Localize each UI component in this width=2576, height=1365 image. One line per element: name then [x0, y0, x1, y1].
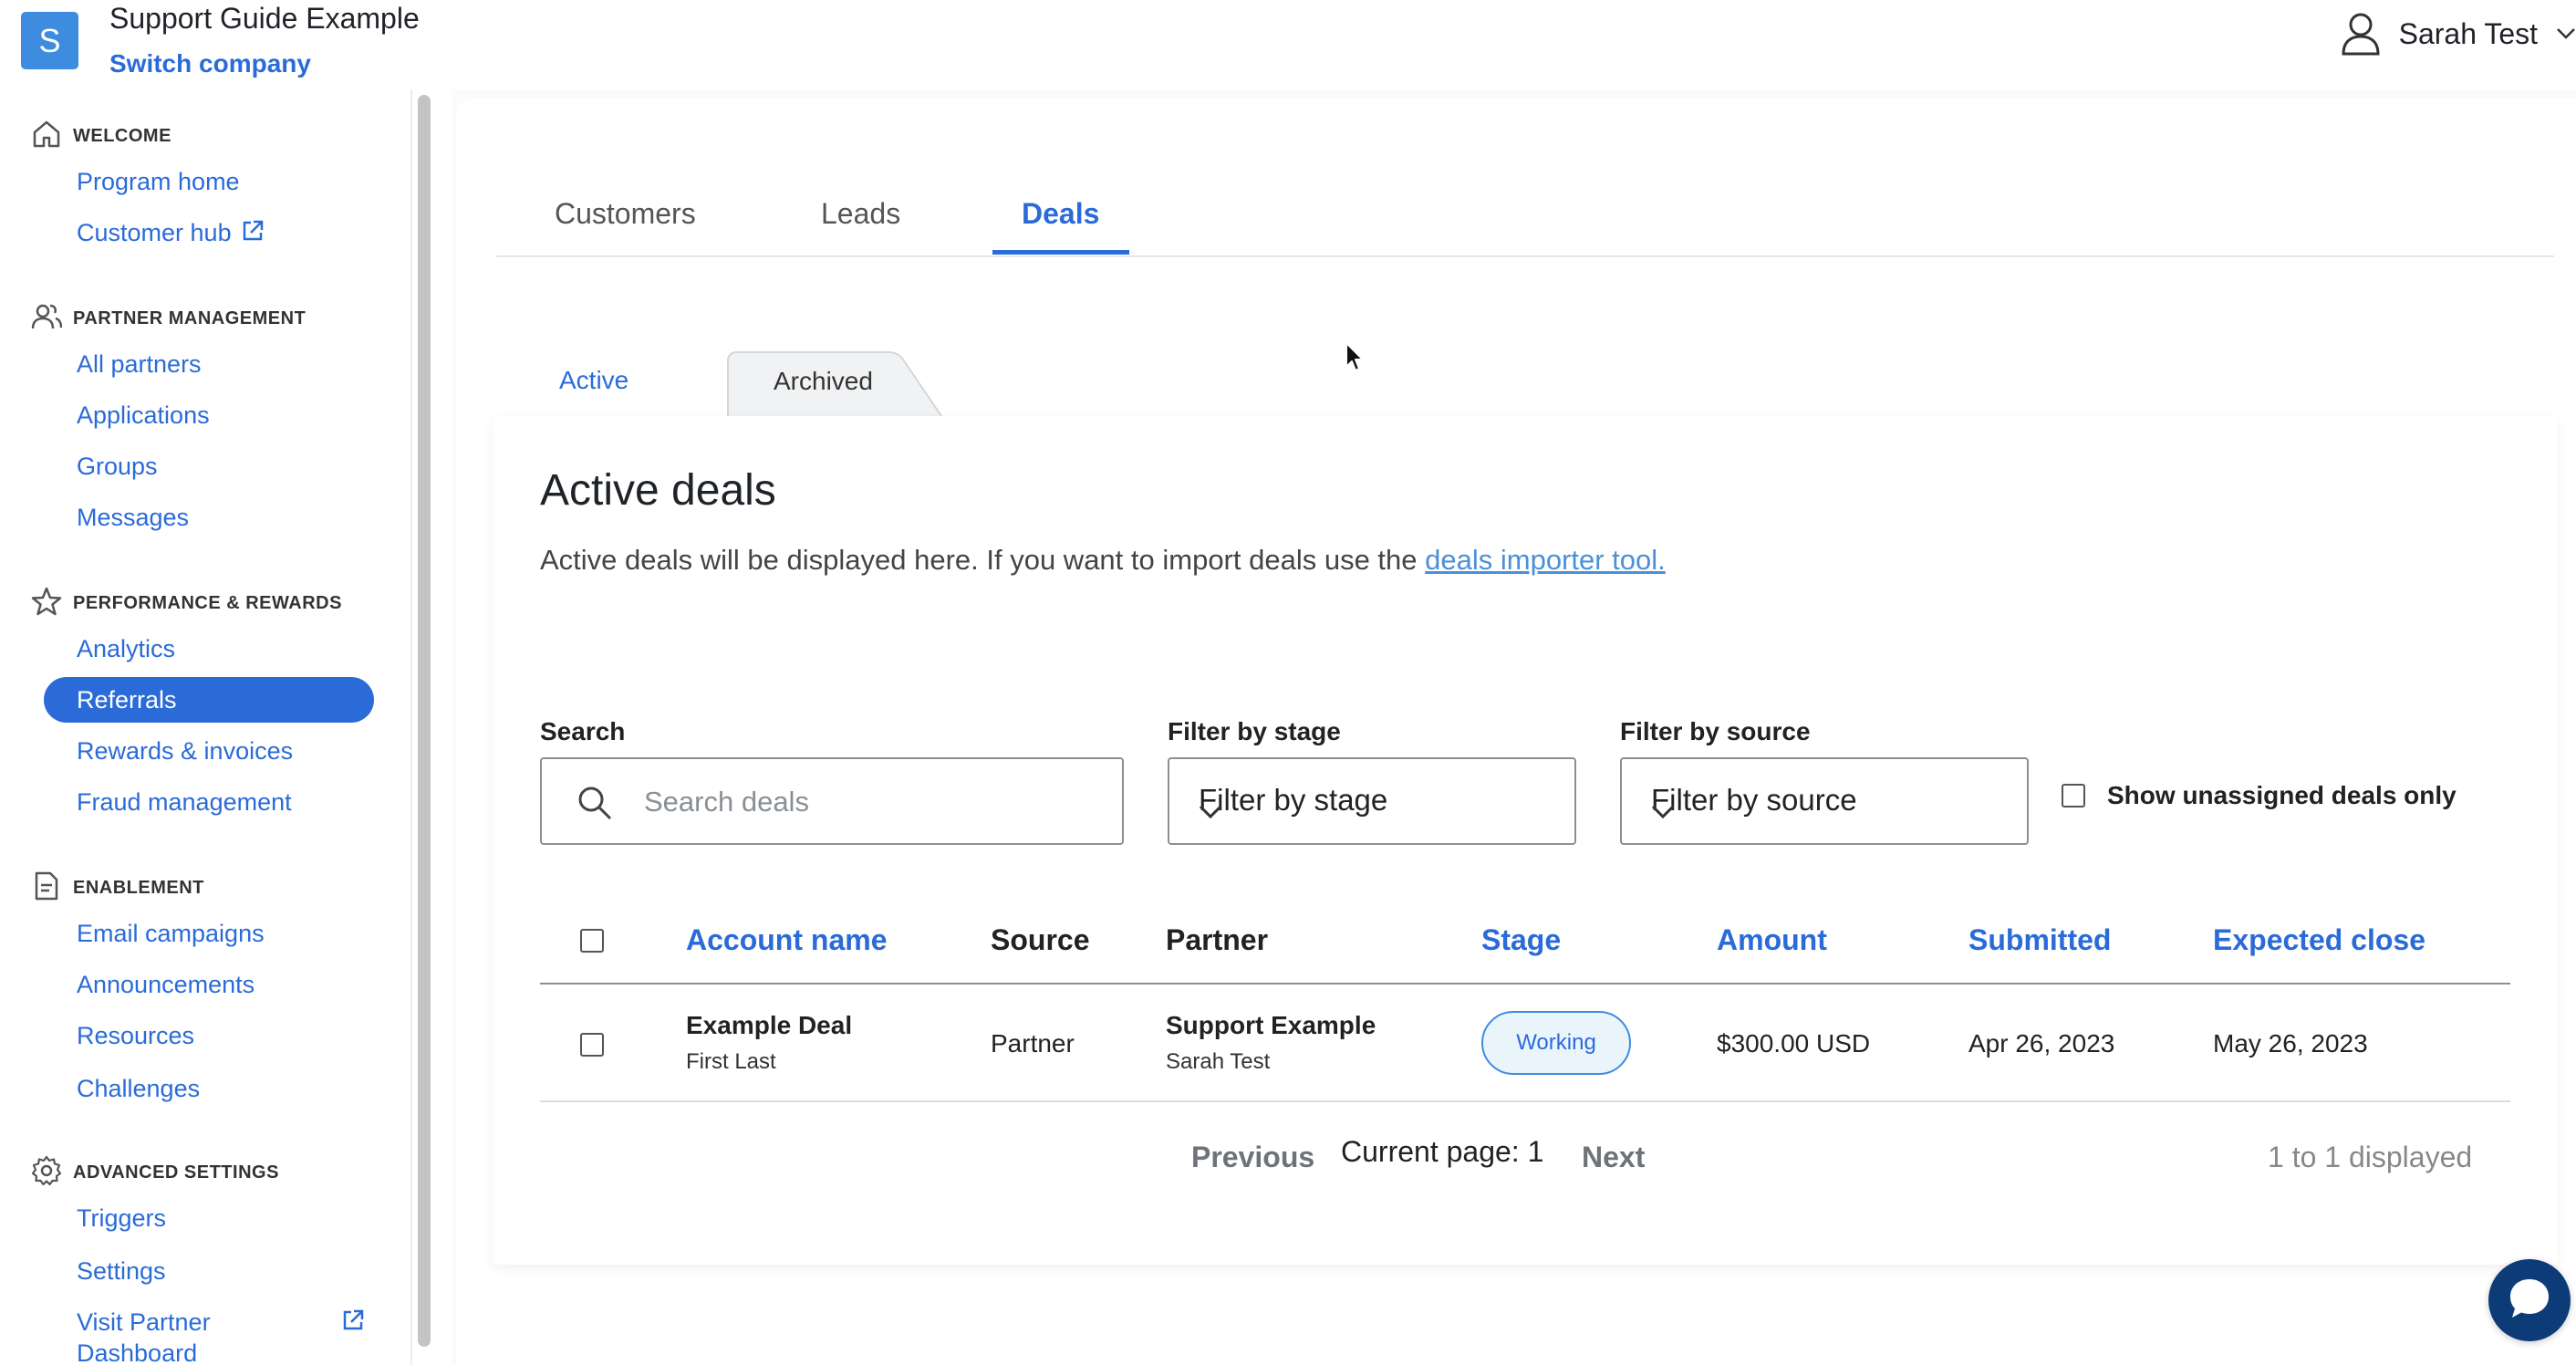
submitted-cell: Apr 26, 2023: [1968, 1029, 2115, 1058]
subtab-archived[interactable]: Archived: [726, 350, 945, 416]
chat-bubble-icon: [2507, 1276, 2552, 1326]
user-icon: [2341, 12, 2381, 56]
partner-contact: Sarah Test: [1166, 1049, 1271, 1074]
results-count: 1 to 1 displayed: [2268, 1141, 2473, 1173]
sidebar-item-applications[interactable]: Applications: [77, 400, 210, 431]
subtab-active[interactable]: Active: [559, 366, 628, 395]
sidebar-item-program-home[interactable]: Program home: [77, 166, 240, 197]
previous-page-button[interactable]: Previous: [1191, 1141, 1314, 1174]
status-badge: Working: [1481, 1011, 1631, 1075]
mouse-cursor: [1345, 341, 1366, 379]
table-header-divider: [540, 983, 2510, 985]
sidebar-scrollbar[interactable]: [418, 95, 431, 1347]
account-name-cell[interactable]: Example Deal: [686, 1011, 852, 1040]
user-menu[interactable]: Sarah Test: [2341, 11, 2576, 57]
sidebar-item-customer-hub[interactable]: Customer hub: [77, 217, 265, 250]
unassigned-label: Show unassigned deals only: [2107, 781, 2457, 809]
company-name: Support Guide Example: [109, 2, 420, 35]
search-field[interactable]: [540, 757, 1124, 845]
search-input[interactable]: [644, 779, 1100, 825]
company-logo[interactable]: S: [21, 12, 78, 69]
current-page-indicator: Current page: 1: [1341, 1135, 1544, 1168]
source-cell: Partner: [991, 1029, 1075, 1058]
home-icon: [31, 119, 62, 154]
section-welcome: WELCOME: [31, 119, 171, 154]
section-label: WELCOME: [73, 126, 171, 146]
section-enablement: ENABLEMENT: [31, 870, 204, 906]
section-label: ADVANCED SETTINGS: [73, 1162, 279, 1183]
sidebar-item-rewards-invoices[interactable]: Rewards & invoices: [77, 735, 293, 766]
users-icon: [31, 301, 63, 337]
search-label: Search: [540, 717, 626, 745]
row-checkbox[interactable]: [580, 1033, 604, 1057]
section-partner-management: PARTNER MANAGEMENT: [31, 301, 306, 337]
column-amount[interactable]: Amount: [1717, 920, 1827, 960]
chevron-down-icon: [1651, 792, 1994, 827]
search-icon: [576, 785, 613, 826]
tab-customers[interactable]: Customers: [555, 190, 696, 237]
column-expected-close[interactable]: Expected close: [2213, 920, 2425, 960]
stage-filter-select[interactable]: Filter by stage: [1168, 757, 1576, 845]
sidebar-item-all-partners[interactable]: All partners: [77, 349, 202, 380]
tab-deals[interactable]: Deals: [1022, 190, 1099, 237]
document-icon: [31, 870, 62, 906]
top-bar: S Support Guide Example Switch company S…: [0, 0, 2576, 89]
sidebar-item-settings[interactable]: Settings: [77, 1256, 166, 1287]
user-name: Sarah Test: [2398, 16, 2538, 50]
page-title: Active deals: [540, 466, 776, 515]
column-submitted[interactable]: Submitted: [1968, 920, 2111, 960]
column-account-name[interactable]: Account name: [686, 920, 887, 960]
unassigned-checkbox[interactable]: [2062, 784, 2085, 808]
external-link-icon: [241, 219, 265, 250]
sidebar-item-announcements[interactable]: Announcements: [77, 969, 254, 1000]
star-icon: [31, 586, 62, 621]
sidebar-item-visit-partner-dashboard[interactable]: Visit Partner Dashboard: [77, 1307, 211, 1365]
sidebar-item-messages[interactable]: Messages: [77, 502, 189, 533]
unassigned-filter[interactable]: Show unassigned deals only: [2062, 781, 2457, 810]
sidebar-item-label: Dashboard: [77, 1339, 198, 1365]
section-label: PARTNER MANAGEMENT: [73, 308, 306, 328]
amount-cell: $300.00 USD: [1717, 1029, 1871, 1058]
chat-button[interactable]: [2488, 1259, 2571, 1341]
chevron-down-icon: [2556, 27, 2576, 40]
sidebar-item-referrals[interactable]: Referrals: [44, 677, 374, 723]
column-partner: Partner: [1166, 923, 1269, 956]
gear-icon: [31, 1155, 62, 1191]
tab-leads[interactable]: Leads: [821, 190, 900, 237]
column-source: Source: [991, 923, 1090, 956]
sidebar-item-challenges[interactable]: Challenges: [77, 1073, 200, 1104]
sidebar-item-analytics[interactable]: Analytics: [77, 633, 175, 664]
section-label: ENABLEMENT: [73, 878, 204, 898]
sidebar-item-resources[interactable]: Resources: [77, 1020, 194, 1051]
partner-cell[interactable]: Support Example: [1166, 1011, 1376, 1040]
sidebar-item-label: Customer hub: [77, 219, 232, 246]
deals-importer-link[interactable]: deals importer tool.: [1425, 544, 1666, 576]
chevron-down-icon: [1199, 792, 1542, 827]
active-tab-indicator: [992, 250, 1129, 255]
external-link-icon: [341, 1308, 365, 1337]
column-stage[interactable]: Stage: [1481, 920, 1561, 960]
table-row-divider: [540, 1100, 2510, 1102]
page-description: Active deals will be displayed here. If …: [540, 544, 1666, 577]
next-page-button[interactable]: Next: [1582, 1141, 1645, 1174]
sidebar-item-label: Visit Partner: [77, 1308, 211, 1336]
expected-close-cell: May 26, 2023: [2213, 1029, 2368, 1058]
account-contact: First Last: [686, 1049, 776, 1074]
section-label: PERFORMANCE & REWARDS: [73, 593, 342, 613]
section-advanced-settings: ADVANCED SETTINGS: [31, 1155, 279, 1191]
sidebar-item-email-campaigns[interactable]: Email campaigns: [77, 918, 265, 949]
subtab-archived-label: Archived: [774, 367, 873, 395]
sidebar-item-fraud-management[interactable]: Fraud management: [77, 787, 292, 818]
description-text: Active deals will be displayed here. If …: [540, 544, 1426, 576]
tab-bar: Customers Leads Deals: [496, 173, 2554, 257]
source-filter-select[interactable]: Filter by source: [1620, 757, 2029, 845]
sidebar-item-triggers[interactable]: Triggers: [77, 1203, 166, 1234]
section-performance-rewards: PERFORMANCE & REWARDS: [31, 586, 342, 621]
select-all-checkbox[interactable]: [580, 929, 604, 953]
sidebar-item-groups[interactable]: Groups: [77, 451, 158, 482]
switch-company-link[interactable]: Switch company: [109, 47, 311, 80]
source-filter-label: Filter by source: [1620, 717, 1811, 745]
stage-filter-label: Filter by stage: [1168, 717, 1341, 745]
